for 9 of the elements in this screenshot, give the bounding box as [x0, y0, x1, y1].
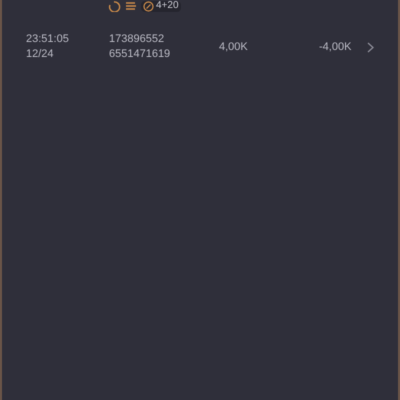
- id-text: 6551471619: [109, 47, 172, 62]
- chevron-right-icon[interactable]: [367, 42, 374, 53]
- result-text: -4,00K: [319, 40, 352, 55]
- date-text: 12/24: [26, 47, 55, 62]
- spinner-icon: [108, 0, 121, 12]
- amount-text: 4,00K: [219, 40, 249, 55]
- count-badge: 4+20: [141, 0, 181, 12]
- time-text: 23:51:05: [26, 32, 70, 47]
- id-text: 173896552: [109, 32, 166, 47]
